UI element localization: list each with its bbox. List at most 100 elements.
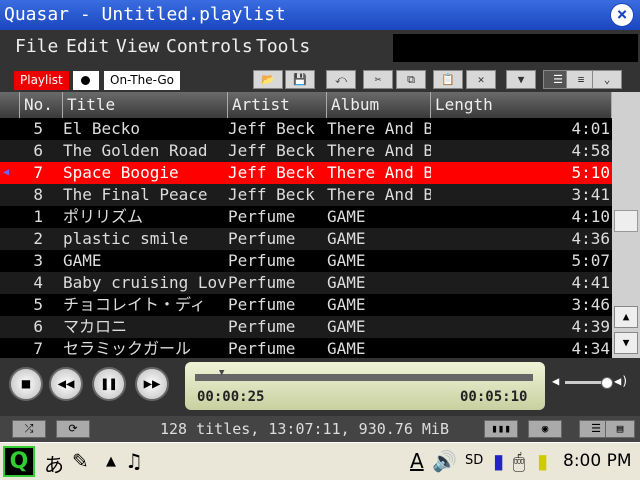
app-launcher-icon[interactable]: Q bbox=[3, 446, 35, 477]
cell-no: 6 bbox=[33, 317, 43, 336]
cell-no: 4 bbox=[33, 273, 43, 292]
cell-title: The Final Peace bbox=[63, 185, 208, 204]
scroll-down-icon[interactable]: ▼ bbox=[614, 332, 638, 354]
table-row[interactable]: 5 チョコレイト・ディ Perfume GAME 3:46 bbox=[0, 294, 612, 316]
cell-album: GAME bbox=[327, 295, 366, 314]
scroll-up-icon[interactable]: ▲ bbox=[614, 306, 638, 328]
cell-artist: Jeff Beck bbox=[228, 119, 315, 138]
sd-card-icon[interactable]: SD bbox=[465, 453, 483, 468]
cell-no: 2 bbox=[33, 229, 43, 248]
table-row-selected[interactable]: ◀ 7 Space Boogie Jeff Beck There And Ba 5:10 bbox=[0, 162, 612, 184]
cell-artist: Perfume bbox=[228, 251, 296, 270]
quasar-task-icon[interactable]: ♫ bbox=[125, 449, 143, 473]
save-icon[interactable]: 💾 bbox=[285, 70, 315, 89]
cell-no: 5 bbox=[33, 295, 43, 314]
delete-icon[interactable]: ✕ bbox=[466, 70, 496, 89]
open-folder-icon[interactable]: 📂 bbox=[253, 70, 283, 89]
collapse-view-icon[interactable]: ⌄ bbox=[592, 70, 622, 89]
close-button[interactable]: × bbox=[610, 3, 634, 27]
column-header-artist[interactable]: Artist bbox=[228, 92, 327, 118]
volume-low-icon: ◀ bbox=[552, 374, 560, 388]
total-time: 00:05:10 bbox=[460, 389, 528, 405]
copy-icon[interactable]: ⧉ bbox=[396, 70, 426, 89]
cell-artist: Perfume bbox=[228, 295, 296, 314]
cell-no: 5 bbox=[33, 119, 43, 138]
volume-knob[interactable] bbox=[601, 377, 613, 389]
elapsed-time: 00:00:25 bbox=[197, 389, 265, 405]
cell-album: There And Ba bbox=[327, 119, 431, 138]
clear-filter-icon[interactable]: ▼ bbox=[506, 70, 536, 89]
previous-button[interactable]: ◀◀ bbox=[49, 367, 83, 401]
table-row[interactable]: 3 GAME Perfume GAME 5:07 bbox=[0, 250, 612, 272]
cell-length: 4:58 bbox=[571, 141, 610, 160]
eq-icon[interactable]: ▮▮▮ bbox=[484, 420, 518, 438]
menu-bar: File Edit View Controls Tools bbox=[0, 30, 640, 66]
cell-album: There And Ba bbox=[327, 141, 431, 160]
shuffle-icon[interactable]: ⤮ bbox=[12, 420, 46, 438]
cell-artist: Perfume bbox=[228, 317, 296, 336]
pause-button[interactable]: ❚❚ bbox=[92, 367, 126, 401]
scrollbar-thumb[interactable] bbox=[614, 210, 638, 232]
cell-length: 3:41 bbox=[571, 185, 610, 204]
cell-length: 3:46 bbox=[571, 295, 610, 314]
menu-file[interactable]: File bbox=[15, 36, 58, 57]
cut-icon[interactable]: ✂ bbox=[363, 70, 393, 89]
undo-icon[interactable]: ⤺ bbox=[326, 70, 356, 89]
eye-icon[interactable]: ◉ bbox=[528, 420, 562, 438]
ime-indicator[interactable]: A bbox=[410, 449, 424, 473]
menu-toggle-icon[interactable]: ▤ bbox=[605, 420, 635, 438]
menu-tools[interactable]: Tools bbox=[256, 36, 310, 57]
stop-button[interactable]: ■ bbox=[9, 367, 43, 401]
cell-title: マカロニ bbox=[63, 317, 128, 336]
column-header-length[interactable]: Length bbox=[431, 92, 612, 118]
record-dot-icon[interactable] bbox=[73, 71, 99, 90]
menu-edit[interactable]: Edit bbox=[66, 36, 109, 57]
cell-title: El Becko bbox=[63, 119, 141, 138]
table-row[interactable]: 6 The Golden Road Jeff Beck There And Ba 4:5… bbox=[0, 140, 612, 162]
cell-artist: Perfume bbox=[228, 229, 296, 248]
mouse-icon[interactable]: 🖱 bbox=[513, 449, 525, 473]
paste-icon[interactable]: 📋 bbox=[433, 70, 463, 89]
tab-playlist[interactable]: Playlist bbox=[14, 71, 69, 90]
table-row[interactable]: 1 ポリリズム Perfume GAME 4:10 bbox=[0, 206, 612, 228]
column-header-title[interactable]: Title bbox=[63, 92, 228, 118]
cell-length: 4:34 bbox=[571, 339, 610, 358]
next-button[interactable]: ▶▶ bbox=[135, 367, 169, 401]
tab-on-the-go[interactable]: On-The-Go bbox=[104, 71, 181, 90]
taskbar-up-arrow-icon[interactable]: ▲ bbox=[106, 454, 116, 469]
column-header-marker bbox=[0, 92, 20, 118]
table-row[interactable]: 5 El Becko Jeff Beck There And Ba 4:01 bbox=[0, 118, 612, 140]
cell-album: There And Ba bbox=[327, 163, 431, 182]
input-method-indicator[interactable]: あ bbox=[44, 449, 64, 478]
tab-toolbar: Playlist On-The-Go 📂 💾 ⤺ ✂ ⧉ 📋 ✕ ▼ ☰ ≡ ⌄ bbox=[0, 66, 640, 92]
table-row[interactable]: 2 plastic smile Perfume GAME 4:36 bbox=[0, 228, 612, 250]
cell-no: 1 bbox=[33, 207, 43, 226]
seek-bar[interactable] bbox=[195, 374, 533, 381]
cell-title: plastic smile bbox=[63, 229, 189, 248]
cell-length: 5:10 bbox=[571, 163, 610, 182]
volume-slider[interactable] bbox=[565, 377, 613, 389]
table-row[interactable]: 8 The Final Peace Jeff Beck There And Ba 3:4… bbox=[0, 184, 612, 206]
window-title: Quasar - Untitled.playlist bbox=[4, 4, 286, 25]
cell-album: GAME bbox=[327, 273, 366, 292]
column-header-no[interactable]: No. bbox=[20, 92, 63, 118]
cell-no: 7 bbox=[33, 339, 43, 358]
cell-album: GAME bbox=[327, 339, 366, 358]
table-row[interactable]: 6 マカロニ Perfume GAME 4:39 bbox=[0, 316, 612, 338]
cell-no: 8 bbox=[33, 185, 43, 204]
cell-title: Space Boogie bbox=[63, 163, 179, 182]
cell-title: ポリリズム bbox=[63, 207, 144, 226]
table-row[interactable]: 4 Baby cruising Love Perfume GAME 4:41 bbox=[0, 272, 612, 294]
status-bar: ⤮ ⟳ 128 titles, 13:07:11, 930.76 MiB ▮▮▮… bbox=[0, 416, 640, 442]
cell-length: 4:39 bbox=[571, 317, 610, 336]
cell-artist: Perfume bbox=[228, 207, 296, 226]
vertical-scrollbar[interactable]: ▲ ▼ bbox=[612, 92, 640, 358]
pen-icon[interactable]: ✎ bbox=[72, 449, 89, 473]
seek-position-marker[interactable]: ▼ bbox=[219, 368, 224, 378]
menu-controls[interactable]: Controls bbox=[166, 36, 253, 57]
column-header-album[interactable]: Album bbox=[327, 92, 431, 118]
menu-view[interactable]: View bbox=[116, 36, 159, 57]
repeat-icon[interactable]: ⟳ bbox=[56, 420, 90, 438]
volume-tray-icon[interactable]: 🔊 bbox=[432, 449, 457, 473]
table-row[interactable]: 7 セラミックガール Perfume GAME 4:34 bbox=[0, 338, 612, 358]
